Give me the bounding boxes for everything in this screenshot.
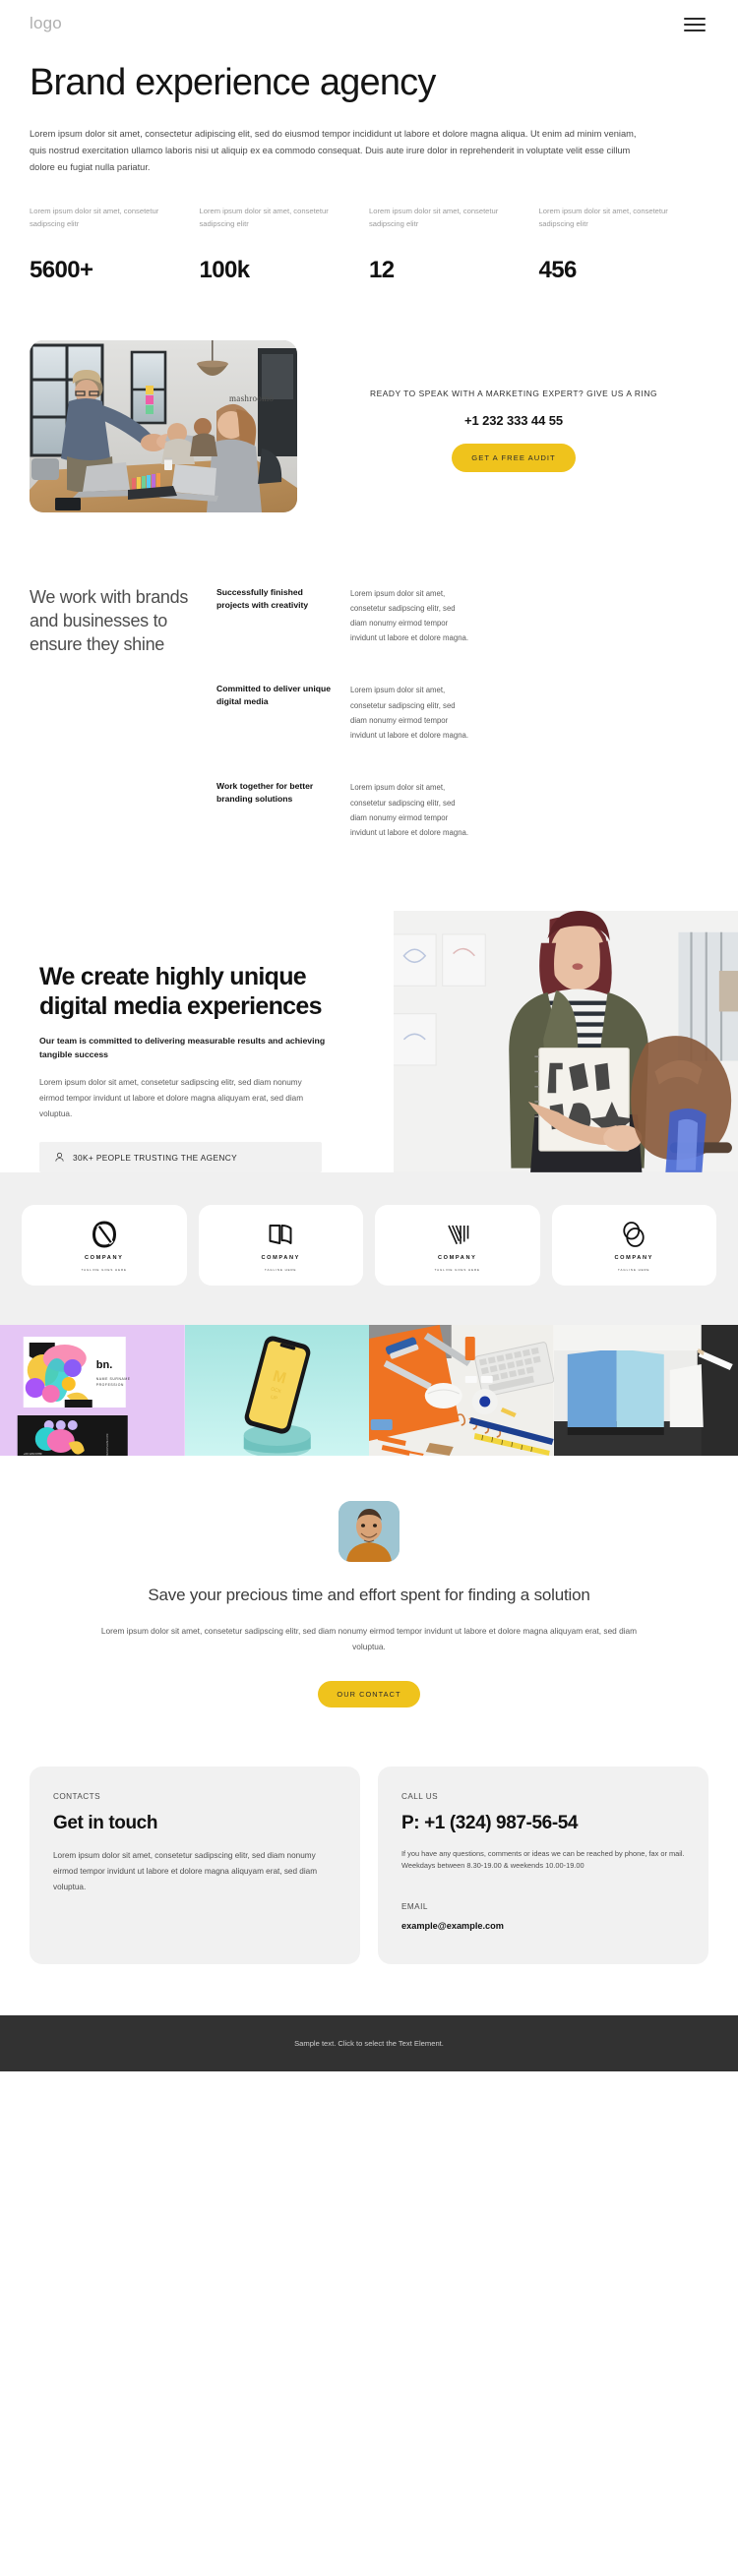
work-with-section: We work with brands and businesses to en… xyxy=(0,512,738,840)
client-logo-tagline: TAGLINE GOES HERE xyxy=(81,1267,127,1272)
trust-badge-label: 30K+ PEOPLE TRUSTING THE AGENCY xyxy=(73,1152,238,1163)
client-logo-card[interactable]: COMPANY TAGLINE HERE xyxy=(551,1205,716,1287)
open-book-logo-icon xyxy=(269,1224,292,1244)
work-with-item: Work together for better branding soluti… xyxy=(216,780,708,840)
infinity-loop-logo-icon xyxy=(92,1221,116,1248)
client-logo-name: COMPANY xyxy=(85,1254,124,1261)
call-us-card: CALL US P: +1 (324) 987-56-54 If you hav… xyxy=(378,1766,708,1965)
stat-label: Lorem ipsum dolor sit amet, consetetur s… xyxy=(30,207,159,229)
client-logo-card[interactable]: COMPANY TAGLINE GOES HERE xyxy=(375,1205,540,1287)
gallery-item-phone-mockup[interactable]: M OCK UP xyxy=(184,1325,369,1457)
client-logo-name: COMPANY xyxy=(614,1254,653,1261)
hero-paragraph: Lorem ipsum dolor sit amet, consectetur … xyxy=(30,128,637,172)
stat-item: Lorem ipsum dolor sit amet, consetetur s… xyxy=(30,205,200,284)
call-us-kicker: CALL US xyxy=(401,1791,438,1801)
portfolio-gallery: bn. NAME SURNAME PROFESSION +00 1234 678… xyxy=(0,1325,738,1457)
stat-item: Lorem ipsum dolor sit amet, consetetur s… xyxy=(200,205,370,284)
office-handshake-photo: mashroomó xyxy=(30,339,297,512)
call-us-phone[interactable]: P: +1 (324) 987-56-54 xyxy=(401,1813,685,1834)
work-with-item-body: Lorem ipsum dolor sit amet, consetetur s… xyxy=(350,588,469,643)
create-content: We create highly unique digital media ex… xyxy=(0,911,394,1173)
contacts-title: Get in touch xyxy=(53,1812,158,1833)
cta-section: mashroomó READY TO SPEAK WITH A MARKETIN… xyxy=(0,284,738,512)
work-with-item-title: Work together for better branding soluti… xyxy=(216,781,314,805)
designer-sketchbook-photo xyxy=(394,911,738,1173)
overlapping-circles-logo-icon xyxy=(623,1221,645,1247)
work-with-title: We work with brands and businesses to en… xyxy=(30,586,189,654)
svg-text:mashroomó: mashroomó xyxy=(229,393,274,403)
create-title: We create highly unique digital media ex… xyxy=(39,963,323,1021)
email-kicker: EMAIL xyxy=(401,1902,428,1912)
work-with-item: Successfully finished projects with crea… xyxy=(216,586,708,646)
cta-heading: READY TO SPEAK WITH A MARKETING EXPERT? … xyxy=(369,388,658,398)
hamburger-menu-icon[interactable] xyxy=(684,16,706,31)
call-us-hours: If you have any questions, comments or i… xyxy=(401,1848,685,1871)
site-logo[interactable]: logo xyxy=(30,14,62,33)
work-with-item: Committed to deliver unique digital medi… xyxy=(216,683,708,743)
stat-label: Lorem ipsum dolor sit amet, consetetur s… xyxy=(199,207,329,229)
hero-section: Brand experience agency Lorem ipsum dolo… xyxy=(0,47,738,176)
client-logo-tagline: TAGLINE GOES HERE xyxy=(434,1267,480,1272)
person-icon xyxy=(55,1152,64,1162)
client-logo-name: COMPANY xyxy=(261,1254,300,1261)
svg-text:PROFESSION: PROFESSION xyxy=(96,1383,124,1387)
page-title: Brand experience agency xyxy=(30,62,436,103)
stat-item: Lorem ipsum dolor sit amet, consetetur s… xyxy=(539,205,709,284)
burger-line xyxy=(684,18,706,20)
stat-label: Lorem ipsum dolor sit amet, consetetur s… xyxy=(369,207,499,229)
client-logos-band: COMPANY TAGLINE GOES HERE COMPANY TAGLIN… xyxy=(0,1172,738,1326)
burger-line xyxy=(684,24,706,26)
gallery-item-stationery-flatlay[interactable] xyxy=(369,1325,554,1457)
client-logo-tagline: TAGLINE HERE xyxy=(618,1267,650,1272)
contacts-kicker: CONTACTS xyxy=(53,1791,101,1801)
striped-v-logo-icon xyxy=(448,1225,469,1244)
our-contact-button[interactable]: OUR CONTACT xyxy=(318,1680,420,1707)
client-logo-name: COMPANY xyxy=(438,1254,477,1261)
footer-sample-text[interactable]: Sample text. Click to select the Text El… xyxy=(294,2039,444,2048)
get-free-audit-button[interactable]: GET A FREE AUDIT xyxy=(452,444,576,473)
stat-value: 456 xyxy=(538,256,578,283)
contact-section: CONTACTS Get in touch Lorem ipsum dolor … xyxy=(0,1766,738,2015)
work-with-list: Successfully finished projects with crea… xyxy=(216,586,708,840)
site-footer: Sample text. Click to select the Text El… xyxy=(0,2015,738,2072)
testimonial-section: Save your precious time and effort spent… xyxy=(0,1456,738,1767)
trust-badge: 30K+ PEOPLE TRUSTING THE AGENCY xyxy=(39,1142,322,1173)
client-logo-card[interactable]: COMPANY TAGLINE GOES HERE xyxy=(22,1205,187,1287)
work-with-item-body: Lorem ipsum dolor sit amet, consetetur s… xyxy=(350,783,469,837)
create-subtitle: Our team is committed to delivering meas… xyxy=(39,1036,326,1059)
stat-value: 12 xyxy=(369,256,395,283)
client-logo-card[interactable]: COMPANY TAGLINE HERE xyxy=(198,1205,363,1287)
stat-value: 100k xyxy=(199,256,251,283)
work-with-item-title: Successfully finished projects with crea… xyxy=(216,586,309,610)
email-address[interactable]: example@example.com xyxy=(401,1921,685,1931)
testimonial-body: Lorem ipsum dolor sit amet, consetetur s… xyxy=(100,1626,638,1652)
work-with-item-body: Lorem ipsum dolor sit amet, consetetur s… xyxy=(350,686,469,741)
gallery-item-branding-cards[interactable]: bn. NAME SURNAME PROFESSION +00 1234 678… xyxy=(0,1325,185,1457)
testimonial-heading: Save your precious time and effort spent… xyxy=(148,1586,590,1605)
work-with-item-title: Committed to deliver unique digital medi… xyxy=(216,684,332,707)
site-header: logo xyxy=(0,0,738,47)
client-logo-tagline: TAGLINE HERE xyxy=(265,1267,297,1272)
create-body: Lorem ipsum dolor sit amet, consetetur s… xyxy=(39,1078,304,1119)
contacts-body: Lorem ipsum dolor sit amet, consetetur s… xyxy=(53,1850,318,1891)
avatar xyxy=(338,1501,400,1563)
gallery-item-paper-cards[interactable] xyxy=(553,1325,738,1457)
burger-line xyxy=(684,30,706,31)
svg-text:BRANDNAME.COM: BRANDNAME.COM xyxy=(105,1434,109,1456)
create-section: We create highly unique digital media ex… xyxy=(0,911,738,1173)
stat-label: Lorem ipsum dolor sit amet, consetetur s… xyxy=(538,207,668,229)
stat-item: Lorem ipsum dolor sit amet, consetetur s… xyxy=(369,205,539,284)
cta-content: READY TO SPEAK WITH A MARKETING EXPERT? … xyxy=(297,340,708,473)
stats-row: Lorem ipsum dolor sit amet, consetetur s… xyxy=(0,176,738,284)
svg-text:bn.: bn. xyxy=(96,1359,113,1371)
contacts-card: CONTACTS Get in touch Lorem ipsum dolor … xyxy=(30,1766,360,1965)
cta-phone-number[interactable]: +1 232 333 44 55 xyxy=(333,413,695,428)
svg-text:NAME SURNAME: NAME SURNAME xyxy=(96,1377,131,1381)
stat-value: 5600+ xyxy=(30,256,93,283)
